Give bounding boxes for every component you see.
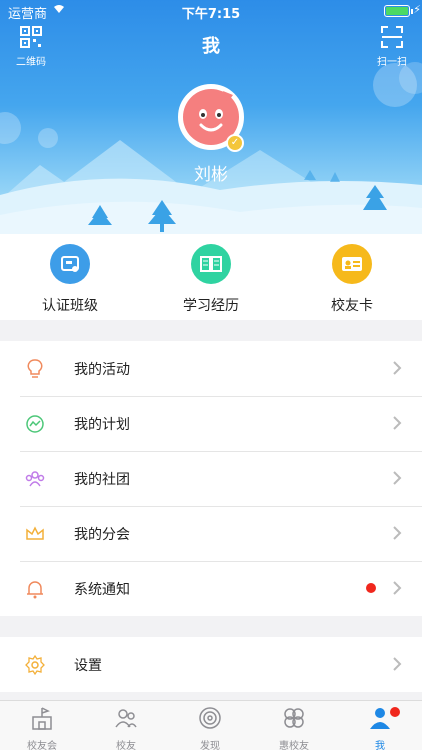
menu-item-label: 我的活动	[74, 362, 130, 378]
certified-class-button[interactable]: 认证班级	[10, 244, 130, 315]
menu-item-label: 系统通知	[74, 582, 130, 598]
page-title: 我	[202, 36, 220, 57]
menu-item-label: 我的社团	[74, 472, 130, 488]
bell-icon	[27, 581, 43, 599]
profile-header: 运营商 下午7:15 ⚡ 二维码 我 扫一扫 ✓ 刘彬	[0, 0, 422, 234]
menu-item-label: 我的分会	[74, 527, 130, 543]
settings-label: 设置	[74, 658, 102, 674]
tab-bar: 校友会 校友 发现 惠校友 我	[0, 700, 422, 750]
menu-list: 我的活动 我的计划 我的社团 我的分会 系统通知	[0, 341, 422, 616]
tab-alumni-benefits[interactable]: 惠校友	[252, 705, 336, 750]
study-history-button[interactable]: 学习经历	[151, 244, 271, 315]
scan-icon	[381, 26, 403, 48]
tab-alumni[interactable]: 校友	[84, 705, 168, 750]
chevron-right-icon	[393, 657, 402, 671]
scan-label: 扫一扫	[377, 57, 407, 68]
chevron-right-icon	[393, 581, 402, 595]
chevron-right-icon	[393, 361, 402, 375]
menu-item-activities[interactable]: 我的活动	[0, 341, 422, 396]
chevron-right-icon	[393, 526, 402, 540]
clover-icon	[284, 708, 304, 728]
tab-label: 校友	[116, 741, 136, 750]
menu-item-clubs[interactable]: 我的社团	[0, 451, 422, 506]
certified-class-icon	[50, 244, 90, 284]
tab-label: 惠校友	[279, 741, 309, 750]
tab-alumni-association[interactable]: 校友会	[0, 705, 84, 750]
chevron-right-icon	[393, 471, 402, 485]
person-icon	[370, 708, 390, 729]
group-icon	[25, 471, 45, 487]
charging-icon: ⚡	[413, 3, 421, 16]
unread-badge	[366, 583, 376, 593]
gear-icon	[25, 654, 45, 676]
crown-icon	[26, 526, 44, 540]
alumni-building-icon	[32, 707, 52, 730]
scan-button[interactable]: 扫一扫	[372, 26, 412, 68]
menu-item-branches[interactable]: 我的分会	[0, 506, 422, 561]
tab-label: 校友会	[27, 741, 57, 750]
menu-item-plans[interactable]: 我的计划	[0, 396, 422, 451]
certified-class-label: 认证班级	[42, 298, 98, 314]
tab-label: 发现	[200, 741, 220, 750]
alumni-card-button[interactable]: 校友卡	[292, 244, 412, 315]
battery-icon	[384, 5, 410, 17]
chevron-right-icon	[393, 416, 402, 430]
trend-icon	[26, 415, 44, 433]
menu-item-settings[interactable]: 设置	[0, 637, 422, 692]
user-name: 刘彬	[194, 165, 228, 185]
study-history-label: 学习经历	[183, 298, 239, 314]
status-bar: 运营商 下午7:15 ⚡	[0, 0, 422, 22]
tab-label: 我	[375, 741, 385, 750]
verified-badge-icon: ✓	[226, 134, 244, 152]
lightbulb-icon	[27, 359, 43, 378]
id-card-icon	[332, 244, 372, 284]
people-icon	[115, 709, 137, 728]
quick-actions: 认证班级 学习经历 校友卡	[0, 234, 422, 320]
discover-icon	[199, 707, 221, 729]
book-icon	[191, 244, 231, 284]
alumni-card-label: 校友卡	[331, 298, 373, 314]
settings-list: 设置	[0, 637, 422, 692]
tab-badge	[390, 707, 400, 717]
menu-item-label: 我的计划	[74, 417, 130, 433]
tab-me[interactable]: 我	[338, 705, 422, 750]
status-time: 下午7:15	[181, 7, 241, 22]
tab-discover[interactable]: 发现	[168, 705, 252, 750]
menu-item-notifications[interactable]: 系统通知	[0, 561, 422, 616]
